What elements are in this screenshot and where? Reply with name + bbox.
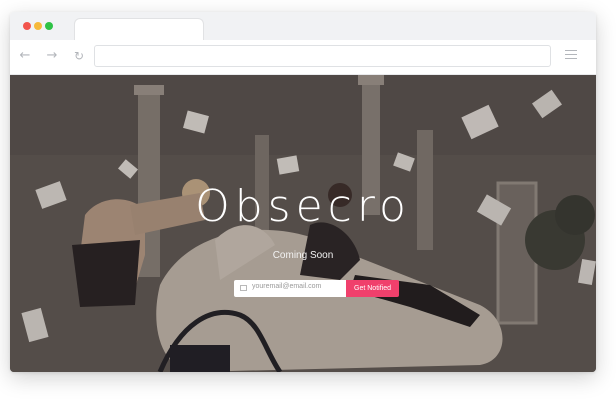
forward-arrow-icon[interactable]: →	[43, 47, 61, 65]
signup-form: youremail@email.com Get Notified	[234, 280, 399, 297]
minimize-window-button[interactable]	[34, 22, 42, 30]
email-placeholder: youremail@email.com	[252, 283, 322, 290]
back-arrow-icon[interactable]: ←	[16, 47, 34, 65]
email-input[interactable]: youremail@email.com	[234, 280, 346, 297]
browser-tab[interactable]	[74, 18, 204, 42]
mail-icon	[240, 285, 247, 291]
site-logo: Obsecro	[195, 181, 411, 232]
browser-window: ← → ↻ Obsecro Coming Soon youremail@emai…	[10, 12, 596, 372]
browser-toolbar: ← → ↻	[10, 40, 596, 75]
hamburger-menu-icon[interactable]	[565, 50, 577, 60]
get-notified-button[interactable]: Get Notified	[346, 280, 399, 297]
close-window-button[interactable]	[23, 22, 31, 30]
maximize-window-button[interactable]	[45, 22, 53, 30]
browser-titlebar	[10, 12, 596, 42]
address-bar[interactable]	[94, 45, 551, 67]
hero-section: Obsecro Coming Soon youremail@email.com …	[10, 75, 596, 372]
reload-icon[interactable]: ↻	[70, 47, 88, 65]
coming-soon-text: Coming Soon	[272, 250, 334, 261]
